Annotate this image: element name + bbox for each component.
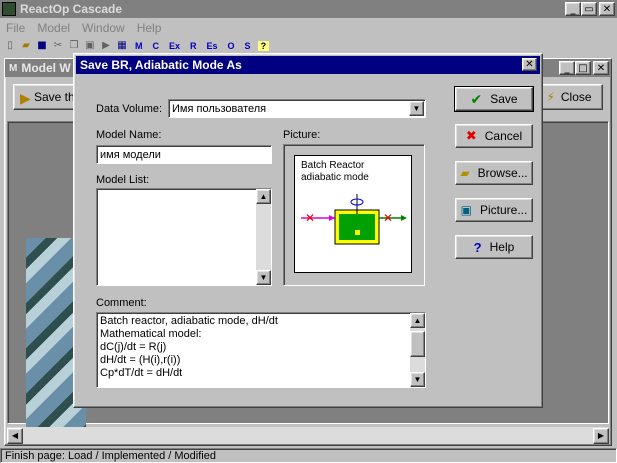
comment-scrollbar[interactable]: ▲ ▼ xyxy=(410,313,425,387)
comment-scroll-up-button[interactable]: ▲ xyxy=(410,313,425,328)
dialog-close-button[interactable]: ✕ xyxy=(522,58,537,71)
close-model-label: Close xyxy=(560,90,592,104)
data-volume-select[interactable]: Имя пользователя ▼ xyxy=(168,99,426,118)
menu-help[interactable]: Help xyxy=(131,21,168,35)
model-name-input[interactable]: имя модели xyxy=(96,145,272,164)
scroll-down-button[interactable]: ▼ xyxy=(256,270,271,285)
question-icon: ? xyxy=(473,239,482,255)
minimize-button[interactable]: _ xyxy=(565,2,581,16)
calc-icon[interactable]: ▦ xyxy=(116,40,128,52)
model-list-label: Model List: xyxy=(96,174,150,186)
close-model-button[interactable]: ⚡ Close xyxy=(535,84,603,110)
lightning-icon: ⚡ xyxy=(546,90,555,104)
scroll-left-button[interactable]: ◀ xyxy=(7,427,23,444)
cancel-x-icon: ✖ xyxy=(465,128,477,143)
help-button[interactable]: ? Help xyxy=(455,235,533,259)
picture-icon: ▣ xyxy=(460,203,472,217)
checkmark-icon: ✔ xyxy=(470,90,483,107)
picture-button[interactable]: ▣ Picture... xyxy=(455,198,533,222)
folder-icon: ▰ xyxy=(460,166,470,180)
child-maximize-button[interactable]: □ xyxy=(575,61,591,75)
model-window-icon: M xyxy=(9,62,18,74)
picture-title: Batch Reactor adiabatic mode xyxy=(301,160,369,183)
menu-bar: File Model Window Help xyxy=(0,18,617,37)
help-button-label: Help xyxy=(489,240,515,254)
svg-text:✕: ✕ xyxy=(305,211,315,225)
volume-value: Имя пользователя xyxy=(172,102,267,115)
dialog-title: Save BR, Adiabatic Mode As xyxy=(80,58,242,72)
cancel-button-label: Cancel xyxy=(484,129,523,143)
picture-frame: Batch Reactor adiabatic mode ✕ ✕ xyxy=(283,144,425,286)
tool-s[interactable]: S xyxy=(242,41,254,51)
picture-label: Picture: xyxy=(283,129,321,141)
status-text: Finish page: Load / Implemented / Modifi… xyxy=(5,449,216,462)
model-list[interactable]: ▲ ▼ xyxy=(96,188,272,286)
model-name-label: Model Name: xyxy=(96,129,162,141)
horizontal-scrollbar[interactable]: ◀ ▶ xyxy=(7,427,609,444)
main-title-bar: ReactOp Cascade _ ▭ ✕ xyxy=(0,0,617,18)
browse-button-label: Browse... xyxy=(477,166,528,180)
comment-scroll-down-button[interactable]: ▼ xyxy=(410,372,425,387)
paste-icon[interactable]: ▣ xyxy=(84,40,96,52)
save-button[interactable]: ✔ Save xyxy=(454,86,534,112)
reactor-picture: Batch Reactor adiabatic mode ✕ ✕ xyxy=(294,155,412,273)
open-icon[interactable]: ▰ xyxy=(20,40,32,52)
tool-ex[interactable]: Ex xyxy=(166,41,183,51)
reactor-diagram: ✕ ✕ xyxy=(301,194,407,245)
menu-window[interactable]: Window xyxy=(76,21,131,35)
model-name-value: имя модели xyxy=(100,148,161,161)
tool-o[interactable]: O xyxy=(225,41,238,51)
scroll-right-button[interactable]: ▶ xyxy=(593,427,609,444)
save-dialog: Save BR, Adiabatic Mode As ✕ Data Volume… xyxy=(73,53,543,408)
dialog-title-bar: Save BR, Adiabatic Mode As ✕ xyxy=(76,56,540,74)
scroll-up-button[interactable]: ▲ xyxy=(256,189,271,204)
browse-button[interactable]: ▰ Browse... xyxy=(455,161,533,185)
new-icon[interactable]: ▯ xyxy=(4,40,16,52)
tool-c[interactable]: C xyxy=(150,41,163,51)
chevron-down-icon[interactable]: ▼ xyxy=(409,101,424,116)
comment-label: Comment: xyxy=(96,297,147,309)
model-list-scrollbar[interactable]: ▲ ▼ xyxy=(256,189,271,285)
child-close-button[interactable]: ✕ xyxy=(593,61,609,75)
comment-scroll-thumb[interactable] xyxy=(410,331,425,357)
app-icon xyxy=(2,2,16,16)
menu-file[interactable]: File xyxy=(0,21,31,35)
run-icon[interactable]: ▶ xyxy=(100,40,112,52)
svg-text:✕: ✕ xyxy=(383,211,393,225)
picture-button-label: Picture... xyxy=(479,203,528,217)
menu-model[interactable]: Model xyxy=(31,21,76,35)
volume-label: Data Volume: xyxy=(96,103,163,115)
tool-r[interactable]: R xyxy=(187,41,200,51)
tool-m[interactable]: M xyxy=(132,41,146,51)
save-icon[interactable]: ■ xyxy=(36,40,48,52)
arrow-icon: ▶ xyxy=(20,90,31,106)
comment-textarea[interactable]: Batch reactor, adiabatic mode, dH/dt Mat… xyxy=(96,312,426,388)
model-window-title: Model W xyxy=(21,61,71,75)
save-button-label: Save xyxy=(490,92,518,106)
comment-text: Batch reactor, adiabatic mode, dH/dt Mat… xyxy=(100,315,278,379)
tool-help[interactable]: ? xyxy=(257,41,270,51)
copy-icon[interactable]: ❐ xyxy=(68,40,80,52)
cancel-button[interactable]: ✖ Cancel xyxy=(455,124,533,148)
cut-icon[interactable]: ✂ xyxy=(52,40,64,52)
close-app-button[interactable]: ✕ xyxy=(599,2,615,16)
status-bar: Finish page: Load / Implemented / Modifi… xyxy=(0,448,617,463)
app-title: ReactOp Cascade xyxy=(20,2,123,16)
child-minimize-button[interactable]: _ xyxy=(559,61,575,75)
tool-es[interactable]: Es xyxy=(204,41,221,51)
restore-button[interactable]: ▭ xyxy=(581,2,597,16)
